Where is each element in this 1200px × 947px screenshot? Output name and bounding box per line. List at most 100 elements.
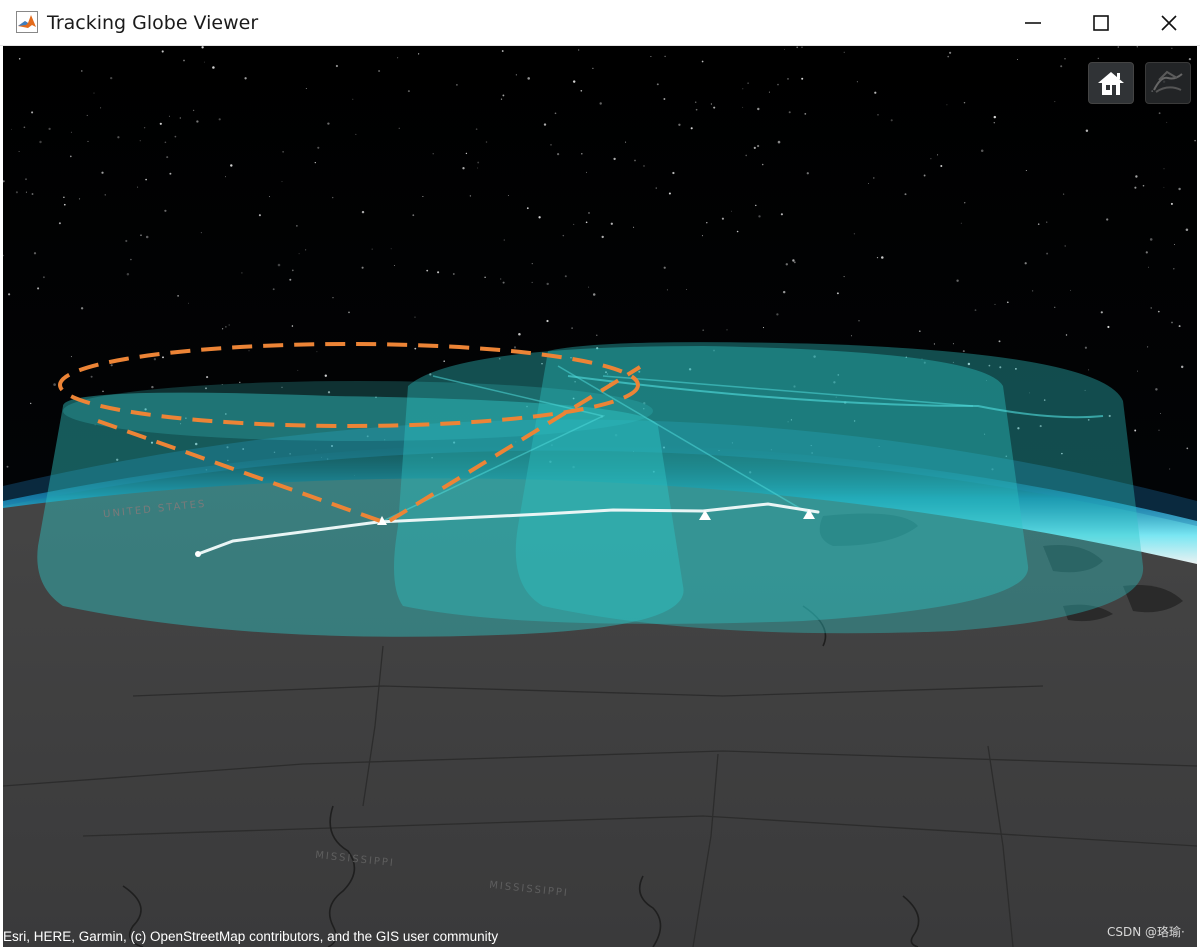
globe-viewport[interactable]: UNITED STATES MISSISSIPPI MISSISSIPPI Es…	[3, 46, 1197, 947]
star	[90, 375, 93, 378]
map-attribution[interactable]: Esri, HERE, Garmin, (c) OpenStreetMap co…	[3, 929, 498, 944]
star	[1171, 47, 1173, 49]
star	[361, 210, 365, 214]
star	[526, 207, 529, 210]
globe-view-icon	[1153, 70, 1183, 93]
star	[70, 131, 72, 133]
star	[305, 249, 307, 251]
star	[462, 167, 465, 170]
star	[1163, 168, 1165, 170]
star	[655, 187, 657, 189]
minimize-button[interactable]	[1000, 0, 1066, 46]
star	[701, 235, 703, 237]
star	[33, 252, 37, 255]
star	[1150, 307, 1152, 309]
star	[513, 346, 517, 349]
star	[776, 313, 779, 316]
star	[183, 59, 185, 62]
star	[48, 127, 51, 131]
star	[63, 203, 66, 206]
star	[918, 330, 921, 333]
star	[145, 235, 149, 239]
star	[1178, 325, 1181, 328]
close-button[interactable]	[1136, 0, 1200, 46]
star	[804, 113, 807, 115]
maximize-button[interactable]	[1068, 0, 1134, 46]
star	[806, 172, 809, 175]
star	[518, 333, 521, 336]
star	[110, 76, 113, 80]
star	[796, 46, 799, 49]
star	[588, 286, 590, 288]
star	[588, 212, 590, 214]
star	[500, 98, 503, 100]
star	[998, 340, 1001, 343]
star	[159, 122, 162, 125]
star	[277, 263, 281, 267]
star	[963, 101, 966, 104]
star	[502, 94, 505, 97]
star	[877, 114, 879, 116]
star	[282, 151, 284, 153]
star	[18, 58, 21, 60]
star	[218, 118, 221, 121]
star	[1166, 121, 1168, 123]
star	[1100, 311, 1103, 314]
star	[993, 121, 996, 124]
star	[352, 98, 354, 100]
star	[881, 256, 884, 259]
star	[177, 295, 179, 297]
star	[484, 276, 486, 279]
star	[169, 172, 172, 175]
star	[668, 192, 671, 195]
star	[947, 55, 950, 58]
star	[164, 209, 167, 212]
star	[305, 88, 307, 90]
star	[663, 98, 666, 100]
star	[557, 153, 560, 156]
star	[126, 273, 130, 276]
star	[502, 281, 505, 284]
star	[757, 107, 760, 111]
star	[853, 233, 856, 235]
star	[578, 49, 580, 51]
star	[25, 191, 27, 193]
home-icon	[1098, 72, 1124, 95]
star	[432, 153, 434, 155]
star	[858, 320, 860, 322]
star	[228, 324, 230, 326]
star	[890, 119, 893, 122]
star	[721, 217, 724, 220]
star	[613, 157, 616, 161]
star	[801, 46, 803, 48]
star	[477, 161, 480, 164]
star	[650, 55, 652, 58]
star	[1145, 251, 1148, 254]
star	[475, 128, 478, 130]
star	[378, 69, 381, 73]
star	[713, 106, 716, 109]
star	[515, 74, 517, 76]
star	[258, 214, 261, 217]
star	[585, 221, 588, 224]
star	[348, 311, 350, 314]
star	[1163, 186, 1165, 188]
home-view-button[interactable]	[1088, 62, 1134, 104]
star	[874, 91, 877, 94]
star	[1084, 346, 1087, 349]
star	[780, 213, 783, 216]
star	[437, 271, 440, 274]
star	[736, 230, 739, 233]
star	[1088, 369, 1090, 371]
star	[850, 335, 852, 337]
star	[53, 383, 56, 386]
maximize-icon	[1093, 15, 1109, 31]
star	[37, 287, 40, 290]
star	[1107, 325, 1110, 329]
view-mode-button[interactable]	[1145, 62, 1191, 104]
star	[78, 198, 81, 200]
star	[573, 223, 575, 225]
star	[42, 276, 45, 279]
star	[1054, 101, 1056, 103]
star	[782, 290, 786, 294]
